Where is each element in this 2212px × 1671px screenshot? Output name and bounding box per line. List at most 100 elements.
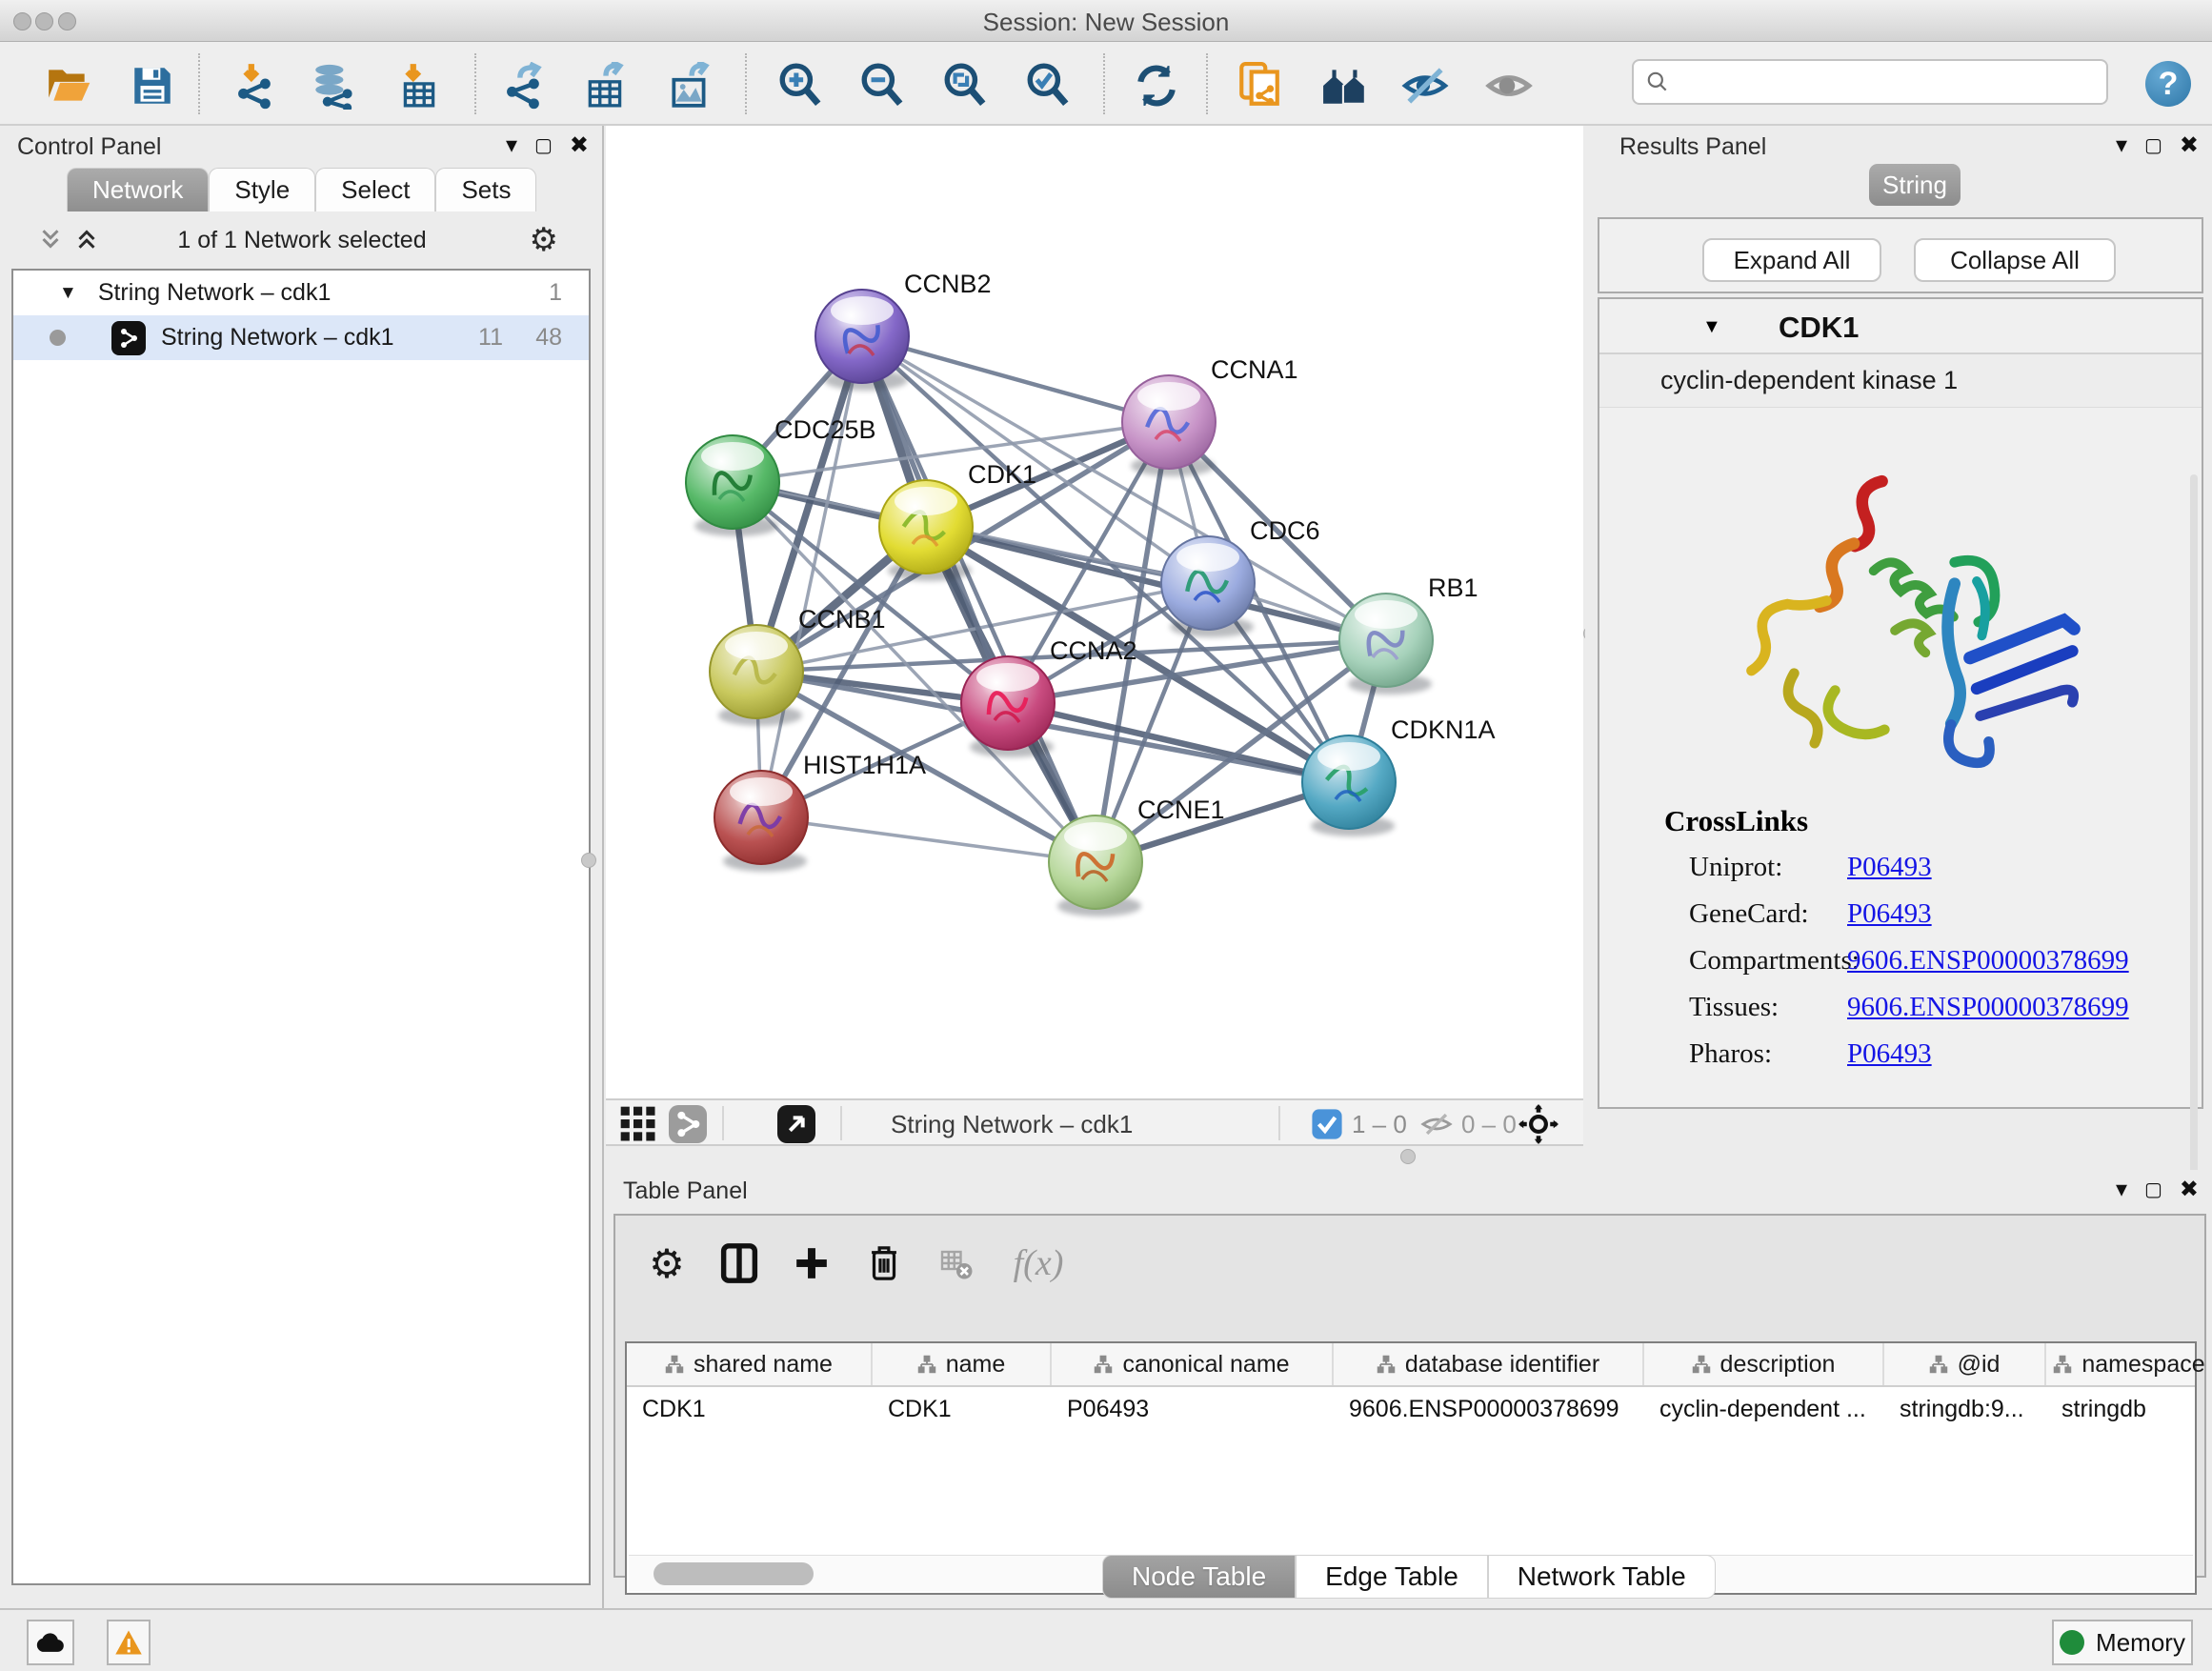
string-home-icon[interactable] — [1318, 59, 1372, 112]
tab-string[interactable]: String — [1869, 164, 1961, 206]
tab-node-table[interactable]: Node Table — [1102, 1555, 1296, 1599]
network-row-selected[interactable]: String Network – cdk1 11 48 — [13, 315, 589, 360]
refresh-icon[interactable] — [1130, 59, 1183, 112]
search-icon — [1645, 70, 1670, 94]
birdseye-view-icon[interactable] — [777, 1105, 815, 1143]
grid-view-icon[interactable] — [619, 1105, 657, 1143]
zoom-out-icon[interactable] — [855, 59, 909, 112]
column-header-description[interactable]: description — [1644, 1343, 1884, 1385]
collection-label: String Network – cdk1 — [98, 279, 332, 307]
crosslink-link[interactable]: 9606.ENSP00000378699 — [1847, 992, 2129, 1023]
network-share-icon[interactable] — [669, 1105, 707, 1143]
table-cell[interactable]: cyclin-dependent ... — [1644, 1387, 1884, 1431]
table-cell[interactable]: P06493 — [1052, 1387, 1334, 1431]
help-icon[interactable]: ? — [2145, 61, 2191, 107]
network-node-CDKN1A[interactable]: CDKN1A — [1302, 715, 1496, 836]
cloud-status-icon[interactable] — [27, 1620, 74, 1665]
selected-checkbox-icon[interactable] — [1311, 1108, 1343, 1140]
column-header-shared-name[interactable]: shared name — [627, 1343, 873, 1385]
network-node-CCNA1[interactable]: CCNA1 — [1122, 355, 1298, 476]
save-session-icon[interactable] — [126, 59, 179, 112]
search-input[interactable] — [1670, 69, 2080, 95]
column-header-canonical-name[interactable]: canonical name — [1052, 1343, 1334, 1385]
results-panel-close-icon[interactable]: ✖ — [2180, 131, 2199, 159]
search-field[interactable] — [1632, 59, 2108, 105]
function-builder-icon: f(x) — [996, 1238, 1080, 1288]
column-header-database-identifier[interactable]: database identifier — [1334, 1343, 1644, 1385]
expand-all-button[interactable]: Expand All — [1702, 238, 1881, 282]
table-row[interactable]: CDK1CDK1P064939606.ENSP00000378699cyclin… — [627, 1387, 2195, 1431]
memory-button[interactable]: Memory — [2052, 1620, 2193, 1665]
export-network-icon[interactable] — [497, 59, 551, 112]
network-label: String Network – cdk1 — [161, 324, 394, 352]
table-panel-float-icon[interactable]: ▢ — [2144, 1178, 2162, 1201]
import-network-database-icon[interactable] — [307, 59, 360, 112]
table-header-row: shared namenamecanonical namedatabase id… — [627, 1343, 2195, 1387]
table-panel-close-icon[interactable]: ✖ — [2180, 1176, 2199, 1203]
network-current-dot-icon — [50, 330, 66, 346]
collection-expand-icon[interactable]: ▼ — [59, 283, 77, 304]
control-panel-float-icon[interactable]: ▢ — [534, 133, 553, 157]
tab-network[interactable]: Network — [67, 168, 209, 211]
crosslink-link[interactable]: 9606.ENSP00000378699 — [1847, 945, 2129, 976]
results-panel-float-icon[interactable]: ▢ — [2144, 133, 2162, 157]
tab-style[interactable]: Style — [209, 168, 315, 211]
table-cell[interactable]: stringdb:9... — [1884, 1387, 2046, 1431]
zoom-fit-icon[interactable] — [938, 59, 992, 112]
network-node-RB1[interactable]: RB1 — [1339, 574, 1478, 695]
horizontal-splitter-handle[interactable] — [1400, 1149, 1416, 1164]
table-cell[interactable]: stringdb — [2046, 1387, 2212, 1431]
open-session-icon[interactable] — [42, 59, 95, 112]
column-header-namespace[interactable]: namespace — [2046, 1343, 2212, 1385]
table-hscrollbar-thumb[interactable] — [654, 1562, 814, 1585]
network-node-CDK1[interactable]: CDK1 — [879, 460, 1036, 581]
table-options-gear-icon[interactable]: ⚙ — [642, 1238, 692, 1288]
results-panel-menu-icon[interactable]: ▾ — [2116, 131, 2127, 159]
network-canvas[interactable]: CCNB2CCNA1CDC25BCDK1CDC6RB1CCNB1CCNA2CDK… — [606, 126, 1583, 1098]
tab-select[interactable]: Select — [315, 168, 435, 211]
table-panel-menu-icon[interactable]: ▾ — [2116, 1176, 2127, 1203]
control-panel-close-icon[interactable]: ✖ — [570, 131, 589, 159]
control-panel-menu-icon[interactable]: ▾ — [506, 131, 517, 159]
network-edge-CCNB2-HIST1H1A[interactable] — [761, 336, 862, 817]
new-network-from-selection-icon[interactable] — [1233, 59, 1286, 112]
add-column-icon[interactable] — [787, 1238, 836, 1288]
zoom-in-icon[interactable] — [774, 59, 827, 112]
left-splitter-handle[interactable] — [581, 853, 596, 868]
crosslink-link[interactable]: P06493 — [1847, 898, 1932, 930]
node-label-CCNB2: CCNB2 — [904, 270, 992, 298]
tab-edge-table[interactable]: Edge Table — [1296, 1555, 1488, 1599]
node-label-CCNA2: CCNA2 — [1050, 636, 1137, 665]
results-scrollbar[interactable] — [2190, 474, 2198, 1278]
network-graph[interactable]: CCNB2CCNA1CDC25BCDK1CDC6RB1CCNB1CCNA2CDK… — [606, 126, 1583, 1098]
network-edge-CCNE1-HIST1H1A[interactable] — [761, 817, 1096, 862]
table-cell[interactable]: CDK1 — [627, 1387, 873, 1431]
hidden-node-edge-counts: 0 – 0 — [1461, 1110, 1517, 1139]
network-edge-CCNA2-CDKN1A[interactable] — [1008, 703, 1349, 782]
network-node-HIST1H1A[interactable]: HIST1H1A — [714, 751, 926, 872]
column-header-name[interactable]: name — [873, 1343, 1052, 1385]
show-all-eye-icon[interactable] — [1482, 59, 1536, 112]
crosslink-link[interactable]: P06493 — [1847, 1038, 1932, 1070]
table-cell[interactable]: CDK1 — [873, 1387, 1052, 1431]
network-collection-row[interactable]: ▼ String Network – cdk1 1 — [13, 271, 589, 315]
zoom-selected-icon[interactable] — [1021, 59, 1075, 112]
crosslink-link[interactable]: P06493 — [1847, 852, 1932, 883]
hide-selected-eye-icon[interactable] — [1398, 59, 1452, 112]
import-table-file-icon[interactable] — [392, 59, 446, 112]
table-cell[interactable]: 9606.ENSP00000378699 — [1334, 1387, 1644, 1431]
import-network-file-icon[interactable] — [229, 59, 282, 112]
tab-network-table[interactable]: Network Table — [1488, 1555, 1716, 1599]
export-table-icon[interactable] — [579, 59, 633, 112]
column-header--id[interactable]: @id — [1884, 1343, 2046, 1385]
gene-collapse-icon[interactable]: ▼ — [1702, 316, 1721, 338]
warning-status-icon[interactable] — [107, 1620, 151, 1665]
tab-sets[interactable]: Sets — [435, 168, 536, 211]
network-edge-CCNB2-CCNE1[interactable] — [862, 336, 1096, 862]
fit-content-crosshair-icon[interactable] — [1518, 1104, 1558, 1144]
export-image-icon[interactable] — [663, 59, 716, 112]
collapse-all-button[interactable]: Collapse All — [1914, 238, 2116, 282]
show-columns-icon[interactable] — [714, 1238, 764, 1288]
network-options-gear-icon[interactable]: ⚙ — [530, 221, 558, 259]
delete-column-trash-icon[interactable] — [859, 1238, 909, 1288]
